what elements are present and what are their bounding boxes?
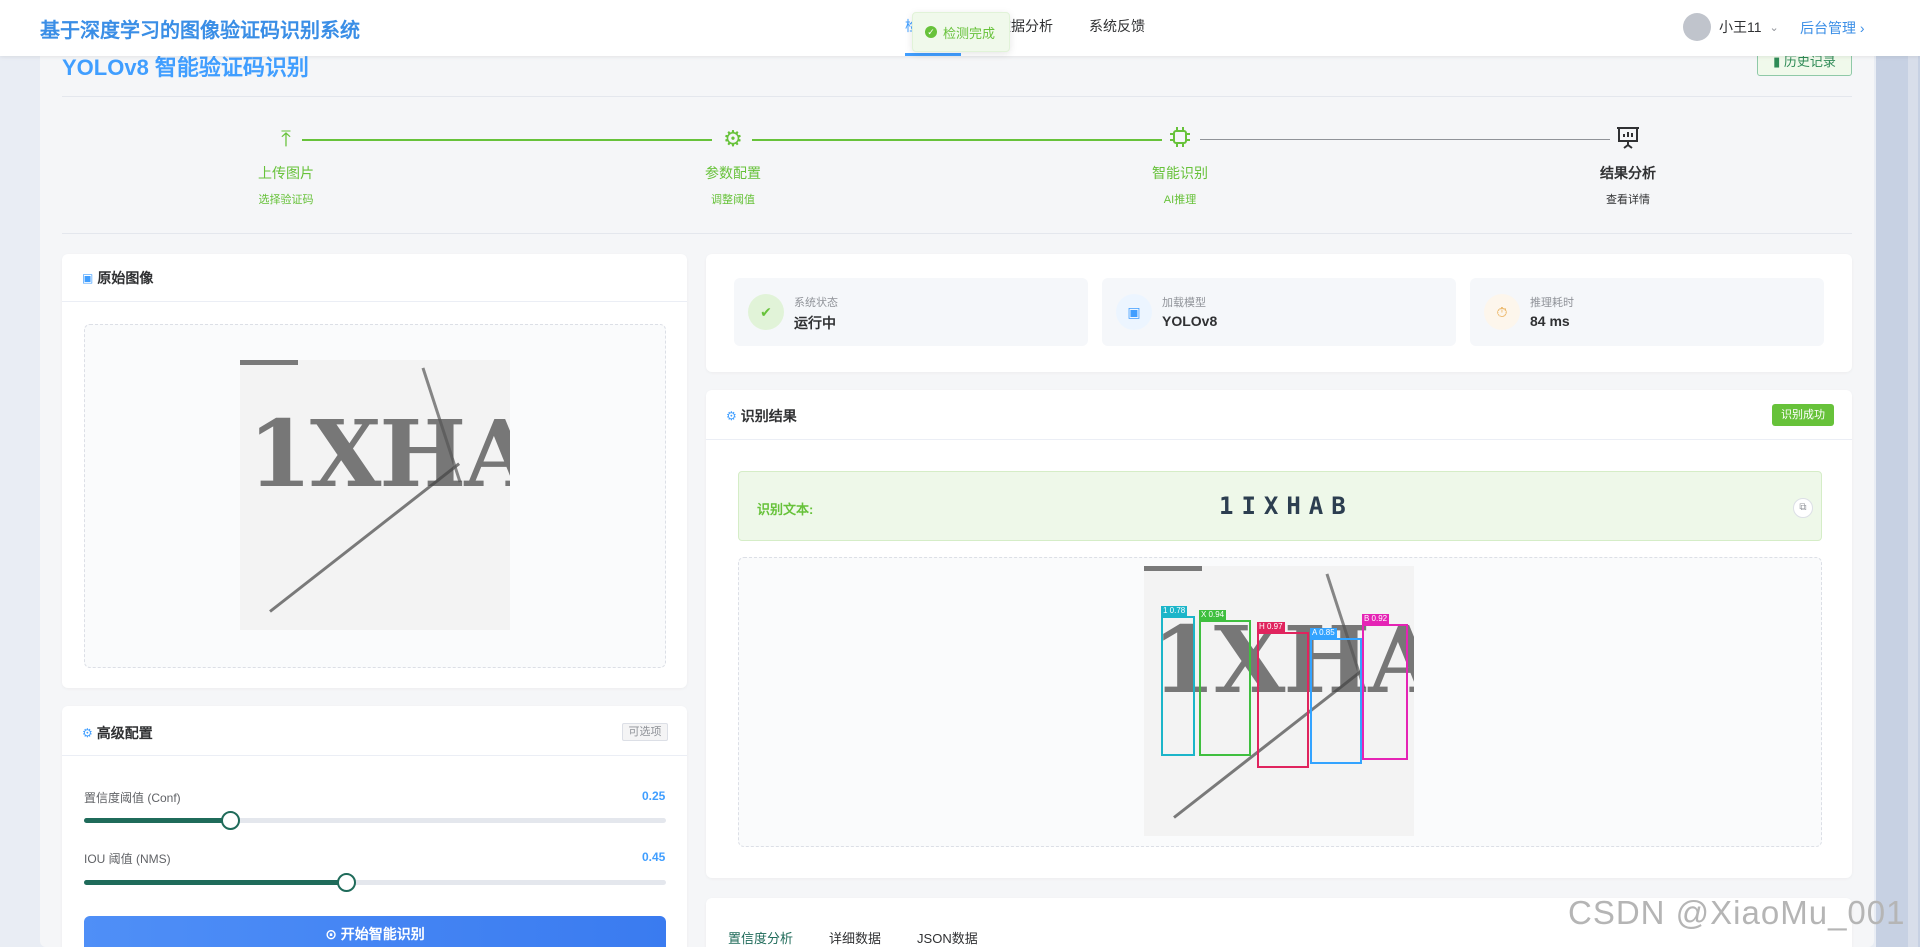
status-key: 推理耗时 <box>1530 297 1574 309</box>
cpu-icon: ▣ <box>1116 294 1152 330</box>
right-scroll-strip <box>1876 56 1920 947</box>
chip-icon <box>1166 125 1194 153</box>
card-title-text: 高级配置 <box>96 725 153 741</box>
conf-slider-handle[interactable] <box>220 811 240 830</box>
step-label: 智能识别 <box>1152 165 1208 181</box>
status-tile-model: ▣ 加载模型 YOLOv8 <box>1102 278 1456 346</box>
captcha-image: 1XHAB <box>240 360 510 630</box>
status-key: 加载模型 <box>1162 297 1206 309</box>
step-result: 结果分析 查看详情 <box>1558 125 1698 207</box>
chevron-right-icon: › <box>1859 20 1865 36</box>
check-circle-icon: ✔ <box>748 294 784 330</box>
watermark: CSDN @XiaoMu_001 <box>1568 894 1906 931</box>
scrollbar[interactable] <box>1908 56 1918 947</box>
chevron-down-icon: ⌄ <box>1769 21 1779 34</box>
page-title-model: YOLOv8 <box>62 55 149 80</box>
gear-icon: ⚙ <box>82 726 93 740</box>
divider <box>62 233 1852 234</box>
iou-slider-handle[interactable] <box>336 873 356 892</box>
captcha-image-text: 1XHAB <box>248 400 510 508</box>
gear-icon: ⚙ <box>723 126 743 151</box>
step-label: 参数配置 <box>705 165 761 181</box>
detection-label: H 0.97 <box>1257 622 1285 632</box>
card-title: ▣ 原始图像 <box>82 268 153 288</box>
divider <box>62 96 1852 97</box>
iou-label: IOU 阈值 (NMS) <box>84 852 171 866</box>
status-value: 运行中 <box>794 315 836 331</box>
card-title-text: 原始图像 <box>97 270 154 286</box>
step-label: 结果分析 <box>1600 165 1656 181</box>
card-header: ⚙ 高级配置 <box>62 706 687 756</box>
success-toast: ✓ 检测完成 <box>912 12 1010 52</box>
toast-text: 检测完成 <box>943 25 996 41</box>
admin-link-label: 后台管理 <box>1800 20 1856 36</box>
tab-details[interactable]: 详细数据 <box>829 928 881 947</box>
step-connector <box>1200 139 1610 140</box>
recognized-text-box: 识别文本: 1IXHAB ⧉ <box>738 471 1822 541</box>
optional-tag: 可选项 <box>622 723 668 741</box>
step-label: 上传图片 <box>258 165 314 181</box>
conf-value: 0.25 <box>642 789 666 803</box>
status-tile-system: ✔ 系统状态 运行中 <box>734 278 1088 346</box>
history-button-label: 历史记录 <box>1783 54 1836 69</box>
detection-box <box>1362 624 1408 760</box>
conf-slider-fill <box>84 818 230 823</box>
card-header: ▣ 原始图像 <box>62 254 687 302</box>
detection-label: A 0.85 <box>1310 628 1337 638</box>
step-connector <box>752 139 1162 141</box>
scan-icon: ⚙ <box>726 409 737 423</box>
tab-confidence[interactable]: 置信度分析 <box>728 928 793 947</box>
detection-box <box>1310 638 1362 764</box>
status-badge: 识别成功 <box>1772 404 1834 426</box>
recognized-text-value: 1IXHAB <box>1219 492 1354 520</box>
iou-slider[interactable] <box>84 873 666 892</box>
card-title-text: 识别结果 <box>740 408 797 424</box>
step-sub: 调整阈值 <box>711 194 755 206</box>
detection-label: 1 0.78 <box>1161 606 1188 616</box>
step-sub: 查看详情 <box>1606 194 1650 206</box>
status-value: YOLOv8 <box>1162 313 1218 329</box>
user-menu[interactable]: 小王11 ⌄ <box>1683 13 1779 41</box>
timer-icon: ⏱ <box>1484 294 1520 330</box>
step-recognize: 智能识别 AI推理 <box>1110 125 1250 207</box>
iou-value: 0.45 <box>642 850 666 864</box>
copy-icon[interactable]: ⧉ <box>1793 498 1813 518</box>
conf-label: 置信度阈值 (Conf) <box>84 791 181 805</box>
detection-box <box>1199 620 1251 756</box>
detection-label: X 0.94 <box>1199 610 1227 620</box>
detection-box <box>1257 632 1309 768</box>
conf-slider[interactable] <box>84 811 666 830</box>
status-key: 系统状态 <box>794 297 838 309</box>
detection-box <box>1161 616 1195 756</box>
advanced-config-card: ⚙ 高级配置 <box>62 706 687 947</box>
avatar <box>1683 13 1711 41</box>
step-upload: ⤒ 上传图片 选择验证码 <box>216 125 356 207</box>
app-brand: 基于深度学习的图像验证码识别系统 <box>40 20 360 42</box>
recognized-text-label: 识别文本: <box>757 502 814 517</box>
presentation-icon <box>1614 125 1642 153</box>
status-value: 84 ms <box>1530 313 1570 329</box>
status-tile-latency: ⏱ 推理耗时 84 ms <box>1470 278 1824 346</box>
analysis-tabs: 置信度分析 详细数据 JSON数据 <box>728 928 1014 947</box>
card-title: ⚙ 高级配置 <box>82 723 153 743</box>
step-sub: AI推理 <box>1163 194 1197 206</box>
noise <box>1144 566 1202 571</box>
upload-icon: ⤒ <box>281 126 291 151</box>
detection-label: B 0.92 <box>1362 614 1390 624</box>
step-connector <box>302 139 712 141</box>
image-icon: ▣ <box>82 271 94 285</box>
start-recognition-button[interactable]: ⊙ 开始智能识别 <box>84 916 666 947</box>
card-header: ⚙ 识别结果 <box>706 390 1852 440</box>
noise <box>240 360 298 365</box>
step-config: ⚙ 参数配置 调整阈值 <box>663 125 803 207</box>
tab-json[interactable]: JSON数据 <box>917 928 978 947</box>
user-name: 小王11 <box>1719 19 1762 35</box>
step-sub: 选择验证码 <box>258 194 314 206</box>
page-title-rest: 智能验证码识别 <box>148 55 309 80</box>
iou-slider-fill <box>84 880 346 885</box>
check-circle-icon: ✓ <box>925 26 937 38</box>
card-title: ⚙ 识别结果 <box>726 406 797 426</box>
admin-link[interactable]: 后台管理 › <box>1800 18 1865 38</box>
nav-item-feedback[interactable]: 系统反馈 <box>1089 0 1145 56</box>
